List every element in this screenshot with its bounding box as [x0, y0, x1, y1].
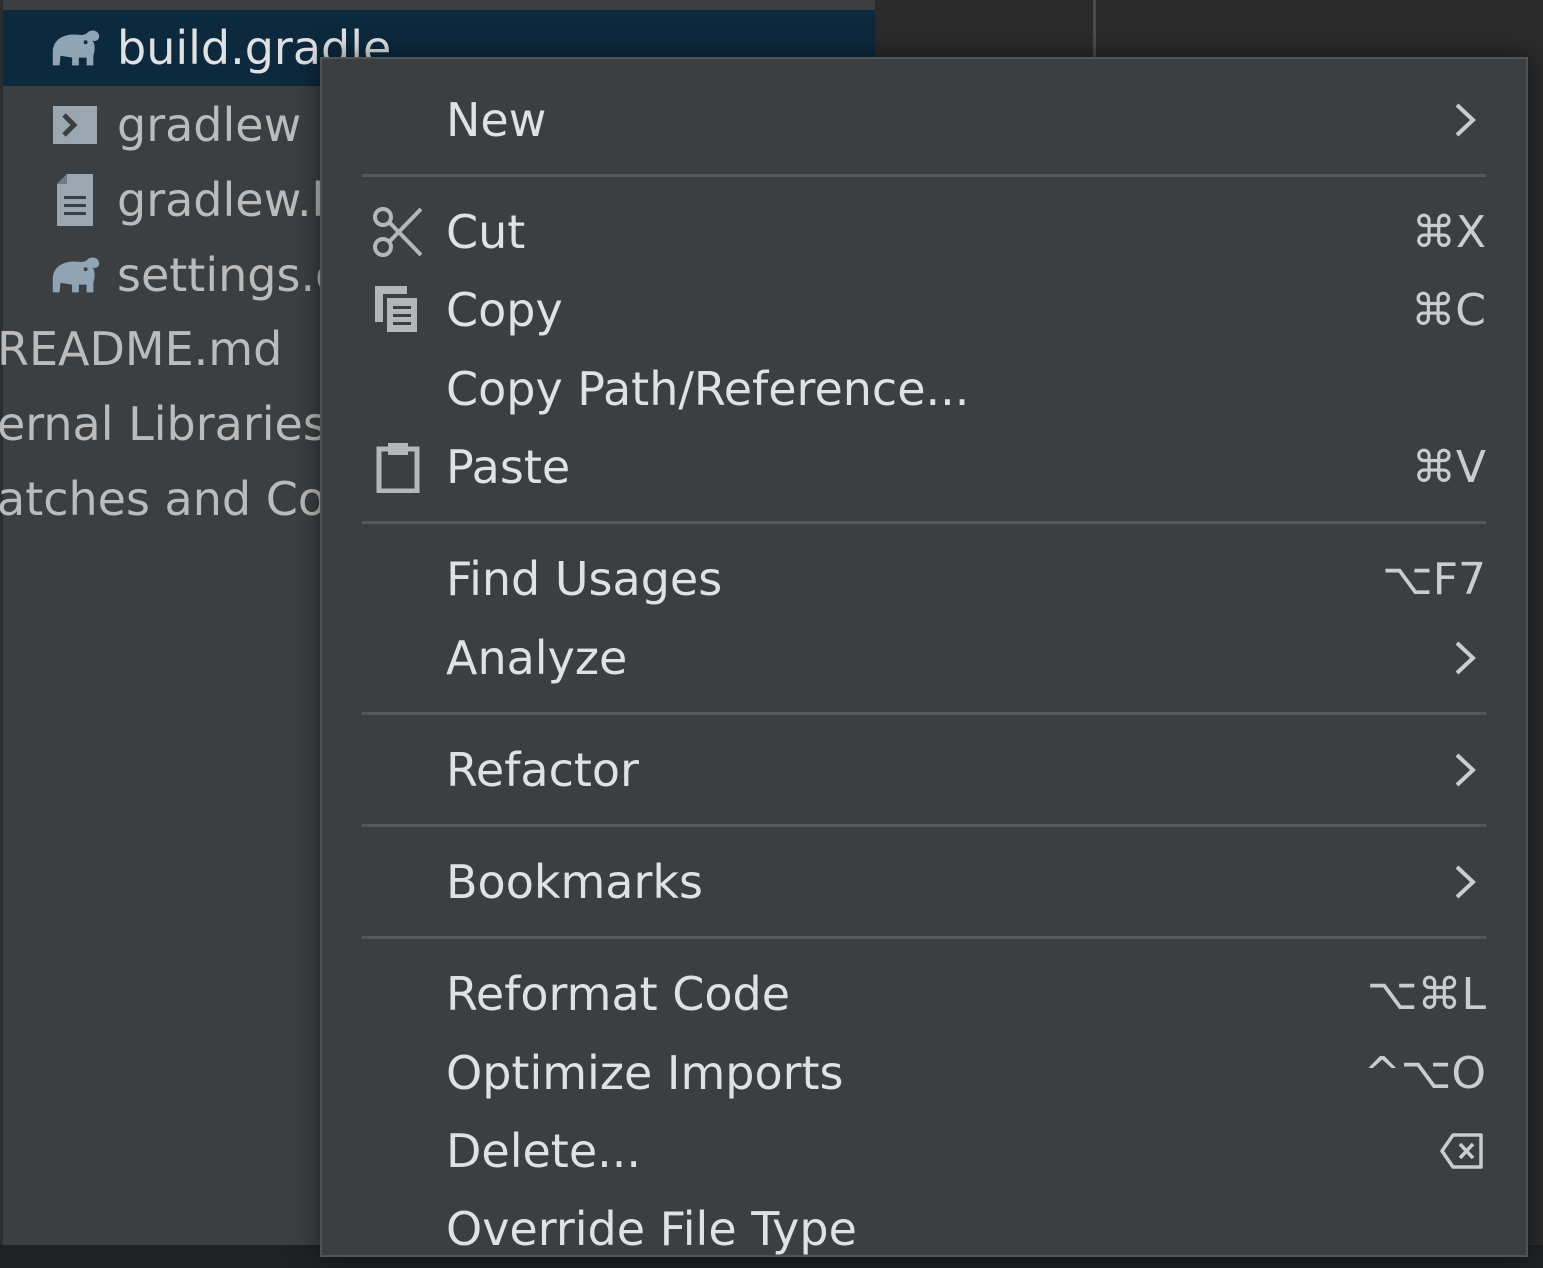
menu-shortcut: ⌘X — [1411, 206, 1486, 258]
menu-shortcut: ⌘V — [1411, 441, 1486, 493]
menu-item-analyze[interactable]: Analyze — [322, 619, 1526, 697]
clipboard-icon — [370, 439, 426, 495]
menu-item-reformat-code[interactable]: Reformat Code ⌥⌘L — [322, 955, 1526, 1033]
menu-item-refactor[interactable]: Refactor — [322, 731, 1526, 809]
menu-item-label: Cut — [446, 205, 526, 259]
menu-item-label: Delete... — [446, 1124, 642, 1178]
tree-item-external-libraries[interactable]: ernal Libraries — [0, 389, 327, 459]
gradle-elephant-icon — [47, 20, 103, 76]
menu-item-label: Optimize Imports — [446, 1046, 844, 1100]
tree-item-scratches[interactable]: atches and Co — [0, 464, 326, 534]
menu-item-label: Analyze — [446, 631, 628, 685]
menu-separator — [362, 174, 1486, 177]
tree-item-label: settings.g — [117, 248, 345, 302]
menu-item-label: Copy Path/Reference... — [446, 362, 970, 416]
menu-item-label: Copy — [446, 283, 563, 337]
menu-shortcut: ⌘C — [1411, 284, 1486, 336]
gradle-elephant-icon — [47, 247, 103, 303]
menu-item-label: Bookmarks — [446, 855, 703, 909]
tree-item-settings-gradle[interactable]: settings.g — [47, 240, 344, 310]
menu-separator — [362, 712, 1486, 715]
tree-item-label: gradlew — [117, 98, 302, 152]
menu-separator — [362, 824, 1486, 827]
menu-item-new[interactable]: New — [322, 81, 1526, 159]
menu-item-find-usages[interactable]: Find Usages ⌥F7 — [322, 540, 1526, 618]
menu-item-delete[interactable]: Delete... — [322, 1112, 1526, 1190]
chevron-right-icon — [1448, 98, 1482, 142]
tree-item-gradlew[interactable]: gradlew — [47, 90, 301, 160]
menu-shortcut: ^⌥O — [1363, 1047, 1486, 1099]
menu-item-bookmarks[interactable]: Bookmarks — [322, 843, 1526, 921]
menu-shortcut: ⌥⌘L — [1366, 968, 1486, 1020]
tree-item-label: atches and Co — [0, 472, 326, 526]
menu-item-label: Override File Type — [446, 1202, 857, 1256]
chevron-right-icon — [1448, 748, 1482, 792]
menu-item-copy[interactable]: Copy ⌘C — [322, 271, 1526, 349]
menu-item-label: New — [446, 93, 547, 147]
menu-separator — [362, 936, 1486, 939]
menu-item-override-file-type[interactable]: Override File Type — [322, 1190, 1526, 1268]
menu-item-label: Reformat Code — [446, 967, 791, 1021]
context-menu: New Cut ⌘X Copy ⌘C Copy Path/Reference..… — [320, 57, 1528, 1257]
menu-item-label: Find Usages — [446, 552, 723, 606]
chevron-right-icon — [1448, 860, 1482, 904]
menu-item-paste[interactable]: Paste ⌘V — [322, 428, 1526, 506]
menu-item-copy-path-reference[interactable]: Copy Path/Reference... — [322, 350, 1526, 428]
tree-item-label: README.md — [0, 322, 283, 376]
tree-item-gradlew-bat[interactable]: gradlew.b — [47, 165, 341, 235]
tree-item-readme[interactable]: README.md — [0, 314, 282, 384]
menu-separator — [362, 521, 1486, 524]
copy-icon — [370, 282, 426, 338]
text-file-icon — [47, 172, 103, 228]
delete-key-icon — [1438, 1129, 1486, 1173]
scissors-icon — [370, 204, 426, 260]
shell-script-icon — [47, 97, 103, 153]
tree-item-label: ernal Libraries — [0, 397, 327, 451]
tree-item-label: gradlew.b — [117, 173, 341, 227]
menu-item-optimize-imports[interactable]: Optimize Imports ^⌥O — [322, 1034, 1526, 1112]
menu-item-label: Paste — [446, 440, 571, 494]
menu-item-label: Refactor — [446, 743, 639, 797]
chevron-right-icon — [1448, 636, 1482, 680]
menu-item-cut[interactable]: Cut ⌘X — [322, 193, 1526, 271]
menu-shortcut: ⌥F7 — [1381, 553, 1486, 605]
